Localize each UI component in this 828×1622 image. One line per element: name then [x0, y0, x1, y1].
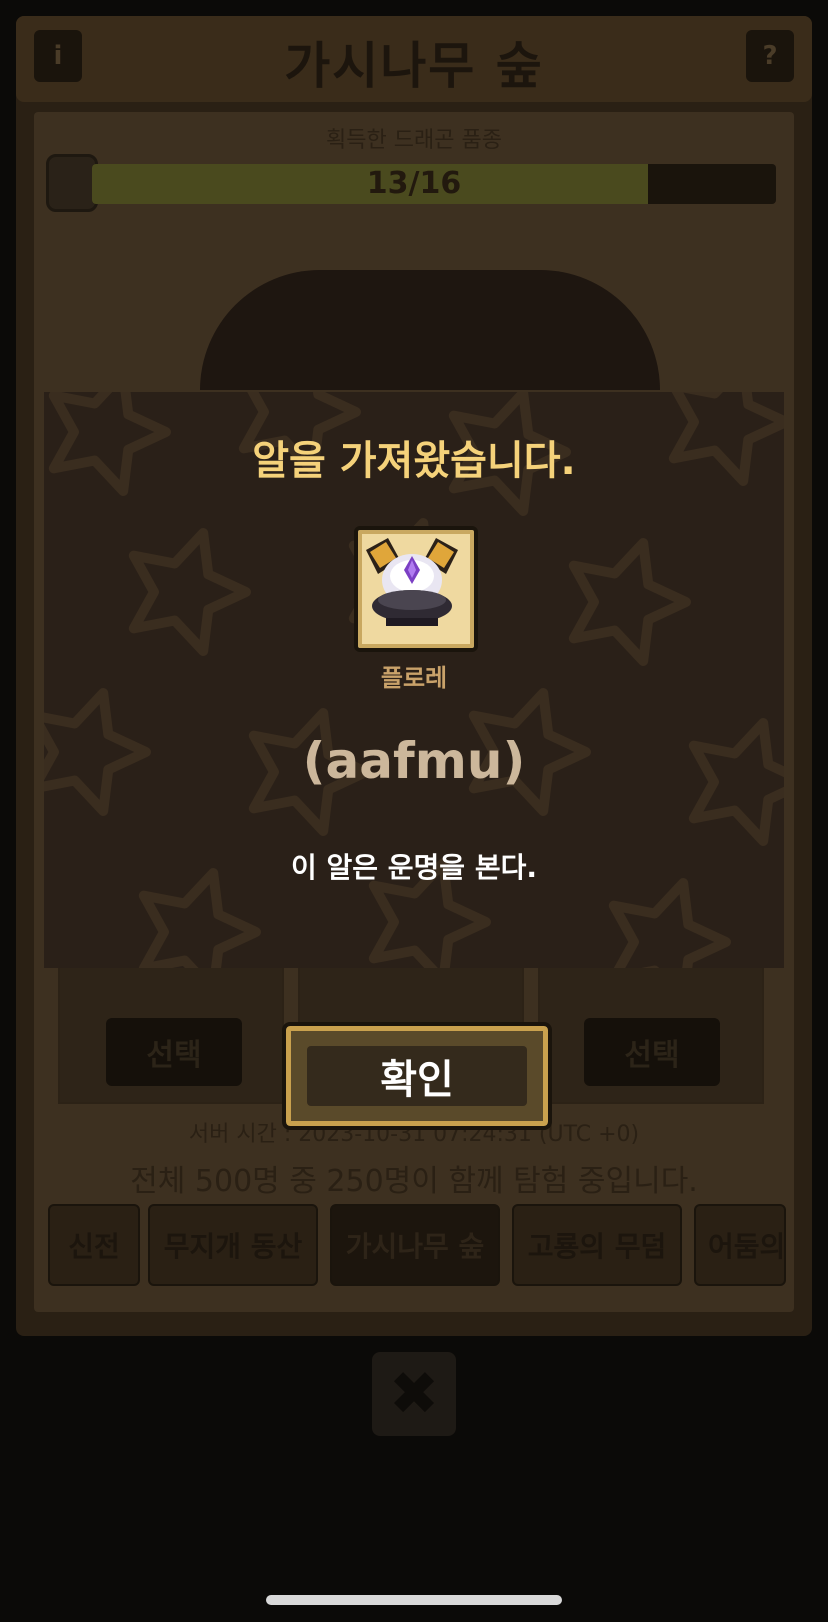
home-indicator	[266, 1595, 562, 1605]
select-button-right[interactable]: 선택	[584, 1018, 720, 1086]
pattern-flower	[138, 868, 261, 968]
page-title: 가시나무 숲	[284, 37, 544, 95]
explore-status: 전체 500명 중 250명이 함께 탐험 중입니다.	[130, 1164, 698, 1199]
dragon-illustration	[200, 270, 660, 390]
egg-description: 이 알은 운명을 본다.	[291, 851, 537, 884]
progress-text: 13/16	[366, 166, 462, 201]
modal-title: 알을 가져왔습니다.	[252, 438, 576, 484]
progress-label: 획득한 드래곤 품종	[326, 128, 502, 153]
zone-tab-rainbow-hill[interactable]: 무지개 동산	[148, 1204, 318, 1286]
pattern-flower	[608, 878, 731, 968]
help-button[interactable]: ?	[746, 30, 794, 82]
egg-icon	[366, 538, 458, 626]
zone-tab-thorn-forest[interactable]: 가시나무 숲	[330, 1204, 500, 1286]
zone-tab-darkness[interactable]: 어둠의	[694, 1204, 786, 1286]
close-icon: ✖	[388, 1359, 440, 1429]
confirm-button[interactable]: 확인	[282, 1022, 552, 1130]
zone-tab-ancient-dragon-tomb[interactable]: 고룡의 무덤	[512, 1204, 682, 1286]
close-button[interactable]: ✖	[372, 1352, 456, 1436]
egg-code: (aafmu)	[302, 732, 526, 790]
egg-name: 플로레	[380, 664, 448, 692]
confirm-label: 확인	[307, 1046, 527, 1106]
zone-tab-temple[interactable]: 신전	[48, 1204, 140, 1286]
egg-portrait	[354, 526, 478, 652]
select-button-left[interactable]: 선택	[106, 1018, 242, 1086]
help-icon: ?	[762, 41, 778, 71]
pattern-flower	[128, 528, 251, 656]
pattern-flower	[568, 538, 691, 666]
egg-result-modal: 알을 가져왔습니다. 플로레 (aafmu) 이 알은 운명을 본다.	[44, 392, 784, 968]
